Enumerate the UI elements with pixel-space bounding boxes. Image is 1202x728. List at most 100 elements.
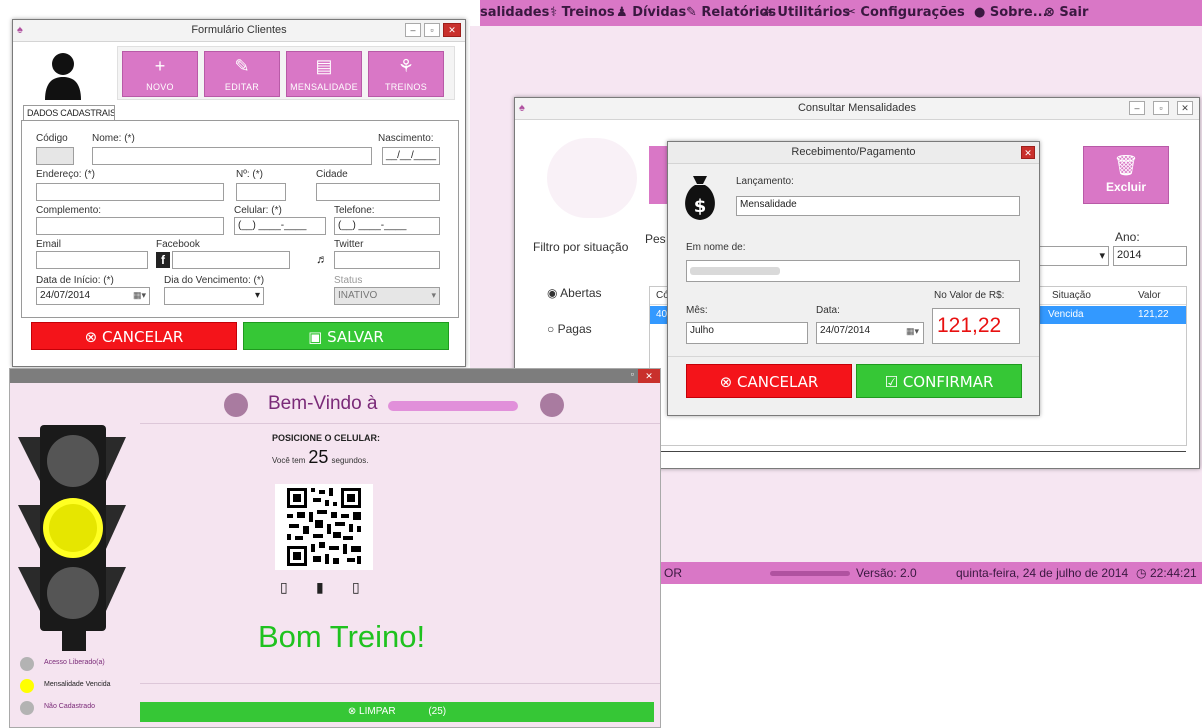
facebook-field[interactable] [172, 251, 290, 269]
maximize-button[interactable]: ▫ [1153, 101, 1169, 115]
plus-icon: + [154, 56, 166, 76]
email-field[interactable] [36, 251, 148, 269]
legend-label: Acesso Liberado(a) [44, 659, 105, 666]
menu-utilitrios[interactable]: ✲ Utilitários [762, 5, 850, 20]
tab-panel: Código Nome: (*) Nascimento: __/__/____ … [21, 120, 459, 318]
menu-label: Dívidas [632, 5, 687, 20]
radio-pagas[interactable]: ○ Pagas [547, 322, 592, 336]
cidade-field[interactable] [316, 183, 440, 201]
mensalidades-title: Consultar Mensalidades [797, 102, 916, 114]
menu-label: Sair [1059, 5, 1089, 20]
close-button[interactable]: ✕ [443, 23, 461, 37]
menu-treinos[interactable]: ⚕ Treinos [550, 5, 615, 20]
novo-button[interactable]: + NOVO [122, 51, 198, 97]
email-label: Email [36, 239, 62, 250]
minimize-button[interactable]: ▫ [631, 369, 634, 379]
confirmar-button[interactable]: ☑ CONFIRMAR [856, 364, 1022, 398]
close-button[interactable]: ✕ [638, 369, 660, 383]
nome-field[interactable] [92, 147, 372, 165]
bag-icon: ♟ [616, 5, 633, 20]
bemvindo-titlebar: ▫ ✕ [10, 369, 660, 383]
dia-vencimento-select[interactable]: ▾ [164, 287, 264, 305]
logo-icon [540, 393, 564, 417]
menu-label: Sobre... [989, 5, 1048, 20]
valor-field[interactable]: 121,22 [932, 308, 1020, 344]
nascimento-field[interactable]: __/__/____ [382, 147, 440, 165]
filter-dropdown[interactable]: ▾ [1035, 246, 1109, 266]
editar-button[interactable]: ✎ EDITAR [204, 51, 280, 97]
limpar-count: (25) [428, 706, 447, 717]
voce-tem-label: Você tem [272, 456, 306, 465]
windows-phone-icon: ▯ [352, 579, 360, 595]
ano-field[interactable]: 2014 [1113, 246, 1187, 266]
radio-abertas-label: Abertas [560, 286, 602, 300]
limpar-button[interactable]: ⊗ LIMPAR (25) [140, 702, 654, 722]
mes-field[interactable]: Julho [686, 322, 808, 344]
menu-salidades[interactable]: salidades [480, 5, 549, 20]
cancelar-button[interactable]: ⊗ CANCELAR [686, 364, 852, 398]
limpar-label: LIMPAR [359, 706, 396, 717]
complemento-label: Complemento: [36, 205, 102, 216]
lancamento-field[interactable]: Mensalidade [736, 196, 1020, 216]
data-inicio-field[interactable]: 24/07/2014 ▦▾ [36, 287, 150, 305]
check-icon: ☑ [884, 373, 899, 391]
mensalidade-button[interactable]: ▤ MENSALIDADE [286, 51, 362, 97]
numero-field[interactable] [236, 183, 286, 201]
treinos-button[interactable]: ⚘ TREINOS [368, 51, 444, 97]
status-label: Status [334, 275, 363, 286]
status-version: Versão: 2.0 [856, 566, 917, 580]
data-field[interactable]: 24/07/2014 ▦▾ [816, 322, 924, 344]
menu-dvidas[interactable]: ♟ Dívidas [616, 5, 686, 20]
menu-sair[interactable]: ⊗ Sair [1044, 5, 1088, 20]
twitter-field[interactable] [334, 251, 440, 269]
data-inicio-label: Data de Início: (*) [36, 275, 114, 286]
novo-label: NOVO [146, 82, 174, 92]
mensalidades-titlebar: ♠ Consultar Mensalidades – ▫ ✕ [515, 98, 1199, 120]
cancelar-button[interactable]: ⊗ CANCELAR [31, 322, 237, 350]
clientes-title: Formulário Clientes [191, 24, 287, 36]
dia-vencimento-label: Dia do Vencimento: (*) [164, 275, 265, 286]
header-situacao: Situação [1052, 290, 1091, 301]
status-redacted-name [770, 571, 850, 576]
close-button[interactable]: ✕ [1177, 101, 1193, 115]
telefone-field[interactable]: (__) ____-____ [334, 217, 440, 235]
confirmar-label: CONFIRMAR [902, 373, 994, 391]
celular-field[interactable]: (__) ____-____ [234, 217, 326, 235]
treinos-label: TREINOS [384, 82, 428, 92]
dumbbell-icon: ⚕ [550, 5, 562, 20]
salvar-button[interactable]: ▣ SALVAR [243, 322, 449, 350]
mensalidade-label: MENSALIDADE [290, 82, 358, 92]
em-nome-label: Em nome de: [686, 242, 746, 253]
cancel-icon: ⊗ [719, 373, 733, 391]
minimize-button[interactable]: – [1129, 101, 1145, 115]
excluir-button[interactable]: 🗑 Excluir [1083, 146, 1169, 204]
header-divider [140, 423, 660, 424]
calendar-icon[interactable]: ▦▾ [133, 290, 146, 301]
toolbar-button-partial[interactable] [649, 146, 669, 204]
legend-label: Não Cadastrado [44, 703, 95, 710]
ano-label: Ano: [1115, 230, 1140, 244]
legend-label: Mensalidade Vencida [44, 681, 111, 688]
bemvindo-title: Bem-Vindo à [268, 393, 378, 414]
menu-sobre[interactable]: ● Sobre... [974, 5, 1048, 20]
legend-item: Acesso Liberado(a) [20, 655, 140, 673]
maximize-button[interactable]: ▫ [424, 23, 440, 37]
close-button[interactable]: ✕ [1021, 146, 1035, 159]
cancel-icon: ⊗ [84, 328, 98, 346]
cidade-label: Cidade [316, 169, 348, 180]
em-nome-field[interactable] [686, 260, 1020, 282]
endereco-field[interactable] [36, 183, 224, 201]
menu-label: Utilitários [777, 5, 851, 20]
minimize-button[interactable]: – [405, 23, 421, 37]
radio-abertas[interactable]: ◉ Abertas [547, 286, 602, 300]
android-phone-icon: ▯ [280, 579, 288, 595]
menu-configuraes[interactable]: ✂ Configurações [845, 5, 965, 20]
tab-dados-cadastrais[interactable]: DADOS CADASTRAIS [23, 105, 115, 120]
exercise-icon: ⚘ [397, 56, 415, 76]
report-icon: ✎ [686, 5, 702, 20]
legend-dot [20, 657, 34, 671]
calendar-icon[interactable]: ▦▾ [906, 326, 919, 337]
complemento-field[interactable] [36, 217, 224, 235]
data-inicio-value: 24/07/2014 [40, 290, 91, 301]
footer-divider [140, 683, 660, 684]
